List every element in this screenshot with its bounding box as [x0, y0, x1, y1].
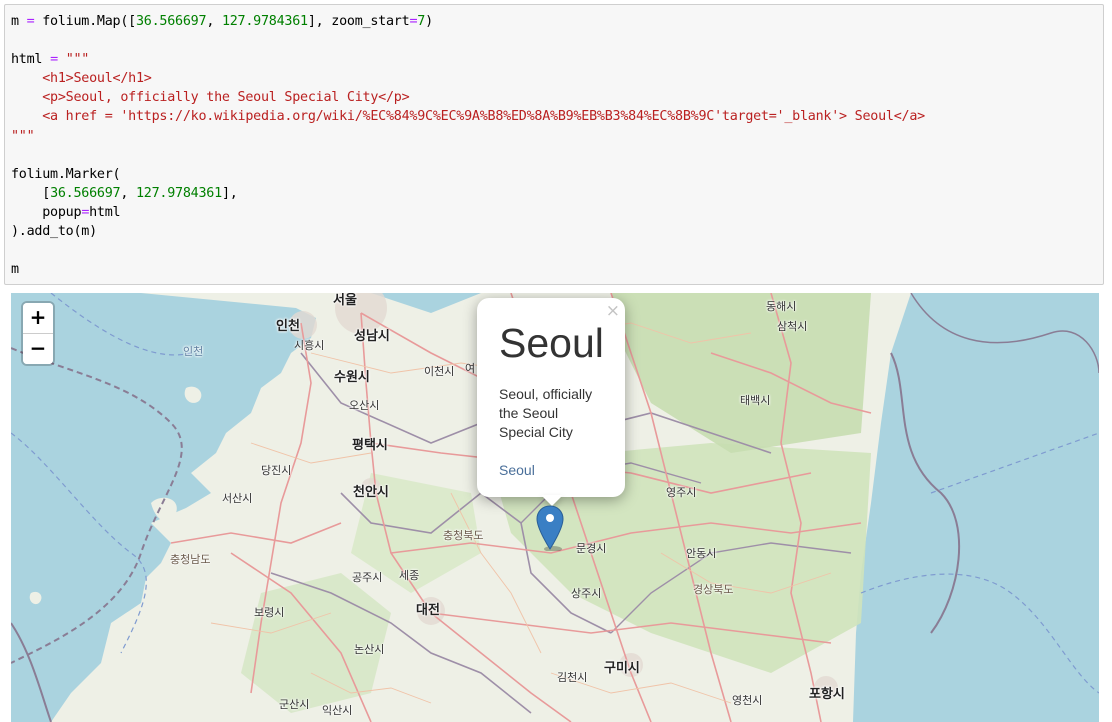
popup-title: Seoul [499, 320, 604, 366]
map-label-mungyeong: 문경시 [576, 542, 607, 555]
map-label-pyeongtaek: 평택시 [352, 438, 388, 453]
map-label-osan: 오산시 [349, 399, 380, 412]
code-token: m [11, 14, 27, 29]
map-label-sejong: 세종 [399, 569, 420, 582]
map-view[interactable]: 서울 인천 성남시 시흥시 수원시 이천시 여 오산시 평택시 당진시 천안시 … [11, 293, 1099, 722]
code-token: """ [65, 52, 90, 68]
code-token: 127.9784361 [221, 14, 308, 29]
map-label-donghae: 동해시 [766, 300, 797, 313]
code-token: 36.566697 [50, 185, 121, 201]
map-label-yeongju: 영주시 [666, 486, 697, 499]
map-label-nonsan: 논산시 [354, 643, 385, 656]
map-label-pohang: 포항시 [809, 687, 845, 702]
code-line[interactable]: m = folium.Map([36.566697, 127.9784361],… [11, 14, 433, 29]
code-cell[interactable]: m = folium.Map([36.566697, 127.9784361],… [4, 4, 1104, 285]
map-pin-icon[interactable] [536, 505, 566, 551]
popup-link[interactable]: Seoul [499, 462, 535, 478]
map-label-dangjin: 당진시 [261, 464, 292, 477]
code-line[interactable]: html = """ [11, 52, 89, 67]
code-token: [ [11, 185, 51, 201]
popup-description: Seoul, officially the Seoul Special City [499, 386, 593, 440]
map-label-cheonan: 천안시 [353, 485, 389, 500]
zoom-in-button[interactable]: + [23, 303, 53, 334]
code-token: m [11, 262, 19, 278]
zoom-out-button[interactable]: − [23, 334, 53, 364]
map-label-icheon: 이천시 [424, 365, 455, 378]
code-token: ], zoom_start [307, 14, 410, 29]
code-line[interactable]: popup=html [11, 205, 120, 220]
map-label-sangju: 상주시 [571, 587, 602, 600]
code-editor[interactable]: m = folium.Map([36.566697, 127.9784361],… [5, 5, 1103, 279]
marker-popup: × Seoul Seoul, officially the Seoul Spec… [477, 298, 625, 506]
code-token: , [120, 185, 136, 201]
map-label-yeo: 여 [465, 362, 476, 375]
map-label-gunsan: 군산시 [279, 698, 310, 711]
code-line[interactable]: [36.566697, 127.9784361], [11, 186, 238, 201]
code-line[interactable]: <a href = 'https://ko.wikipedia.org/wiki… [11, 109, 925, 124]
map-label-seongnam: 성남시 [354, 329, 390, 344]
map-label-gyeongbuk: 경상북도 [693, 583, 734, 596]
map-label-boryeong: 보령시 [254, 606, 285, 619]
map-label-incheon: 인천 [276, 319, 300, 334]
map-label-seoul: 서울 [333, 293, 357, 308]
code-line[interactable]: ).add_to(m) [11, 224, 97, 239]
code-token: <a href = 'https://ko.wikipedia.org/wiki… [11, 109, 925, 125]
map-label-suwon: 수원시 [334, 370, 370, 385]
map-label-samcheok: 삼척시 [777, 320, 808, 333]
map-label-chungnam: 충청남도 [170, 553, 211, 566]
code-token: = [81, 204, 90, 220]
map-label-gongju: 공주시 [352, 571, 383, 584]
code-line[interactable]: """ [11, 128, 35, 144]
zoom-control: + − [23, 303, 53, 364]
code-token: folium.Map([ [34, 14, 136, 29]
map-label-gumi: 구미시 [604, 661, 640, 676]
map-label-incheon-sea: 인천 [183, 345, 204, 358]
map-label-chungbuk: 충청북도 [443, 529, 484, 542]
code-token: , [206, 14, 222, 29]
code-line[interactable]: m [11, 262, 19, 277]
map-label-taebaek: 태백시 [740, 394, 771, 407]
popup-close-button[interactable]: × [606, 301, 620, 321]
code-token: """ [11, 128, 35, 144]
code-token: html [11, 52, 51, 68]
code-token: = [50, 52, 58, 68]
map-label-seosan: 서산시 [222, 492, 253, 505]
map-label-daejeon: 대전 [416, 603, 440, 618]
code-line[interactable]: folium.Marker( [11, 166, 121, 182]
code-token: folium.Marker( [11, 166, 121, 182]
code-token: 127.9784361 [136, 185, 222, 201]
map-label-iksan: 익산시 [322, 704, 353, 717]
code-token: 7 [417, 14, 426, 29]
code-token: ).add_to(m) [11, 224, 97, 240]
code-line[interactable]: <p>Seoul, officially the Seoul Special C… [11, 90, 409, 105]
code-token: 36.566697 [136, 14, 207, 29]
code-token: popup [11, 204, 82, 220]
code-token: <p>Seoul, officially the Seoul Special C… [11, 90, 410, 106]
map-label-yeongcheon: 영천시 [732, 694, 763, 707]
map-label-siheung: 시흥시 [294, 339, 325, 352]
code-token: ], [221, 185, 238, 201]
map-label-andong: 안동시 [686, 547, 717, 560]
code-token: ) [425, 14, 433, 29]
map-label-gimcheon: 김천시 [557, 671, 588, 684]
code-token: html [89, 204, 121, 220]
code-line[interactable]: <h1>Seoul</h1> [11, 71, 152, 86]
code-token: <h1>Seoul</h1> [11, 71, 152, 87]
